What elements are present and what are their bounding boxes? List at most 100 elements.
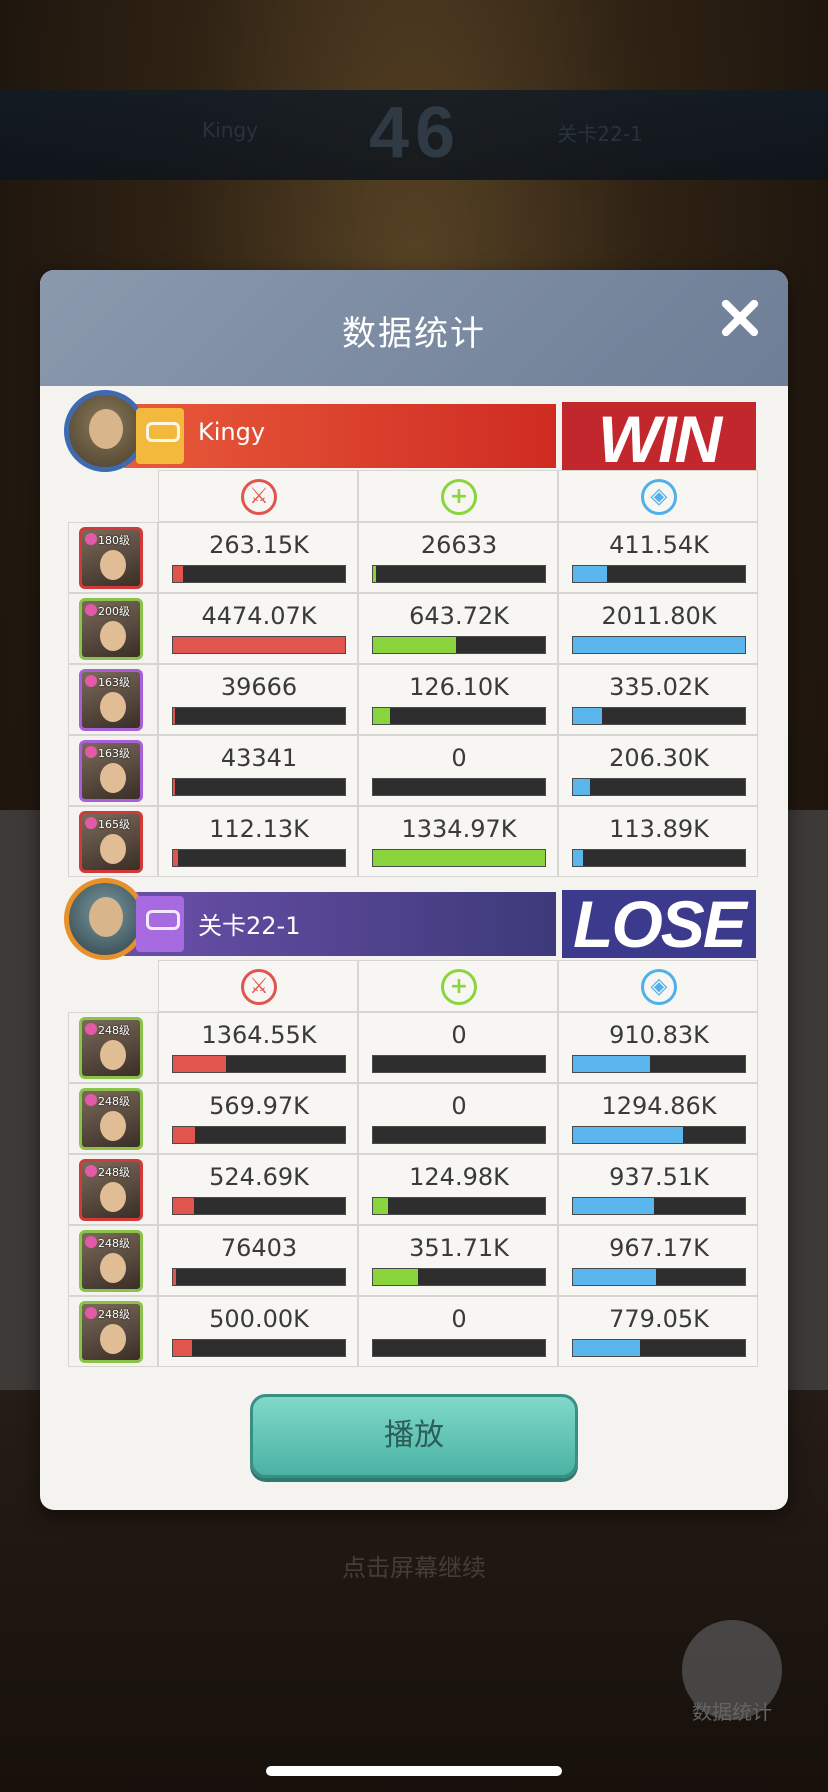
team2-band: [124, 892, 556, 956]
stat-bar-heal: [372, 1055, 546, 1073]
stat-cell-def: 910.83K: [558, 1012, 758, 1083]
hero-portrait[interactable]: 248级: [79, 1301, 143, 1363]
stat-bar-def: [572, 565, 746, 583]
stat-value-dmg: 524.69K: [209, 1163, 309, 1191]
rank-gem-icon: [85, 746, 97, 758]
stat-bar-fill-heal: [373, 708, 391, 724]
stat-value-heal: 0: [451, 1021, 467, 1049]
team2-header-defense: ◈: [558, 960, 758, 1012]
hero-portrait[interactable]: 163级: [79, 669, 143, 731]
dialog-header: 数据统计: [40, 270, 788, 386]
stat-cell-dmg: 76403: [158, 1225, 358, 1296]
hero-portrait[interactable]: 200级: [79, 598, 143, 660]
team1-header-defense: ◈: [558, 470, 758, 522]
stat-bar-dmg: [172, 707, 346, 725]
hero-portrait[interactable]: 248级: [79, 1159, 143, 1221]
stat-cell-dmg: 112.13K: [158, 806, 358, 877]
stat-bar-def: [572, 1268, 746, 1286]
hero-cell: 165级: [68, 806, 158, 877]
stat-bar-dmg: [172, 1055, 346, 1073]
stat-bar-fill-dmg: [173, 566, 184, 582]
stat-value-def: 937.51K: [609, 1163, 709, 1191]
stat-value-def: 2011.80K: [601, 602, 717, 630]
hero-portrait[interactable]: 163级: [79, 740, 143, 802]
stat-cell-def: 113.89K: [558, 806, 758, 877]
play-button[interactable]: 播放: [250, 1394, 578, 1478]
hero-face: [100, 1040, 126, 1070]
table-row: 180级 263.15K 26633 411.54K: [68, 522, 758, 593]
stat-cell-def: 967.17K: [558, 1225, 758, 1296]
hero-portrait[interactable]: 165级: [79, 811, 143, 873]
stat-bar-def: [572, 778, 746, 796]
hero-cell: 163级: [68, 664, 158, 735]
hero-portrait[interactable]: 248级: [79, 1088, 143, 1150]
stat-value-dmg: 112.13K: [209, 815, 309, 843]
team1-banner-icon: [136, 408, 184, 464]
stat-bar-heal: [372, 1339, 546, 1357]
stat-value-dmg: 4474.07K: [201, 602, 317, 630]
stat-bar-def: [572, 849, 746, 867]
hero-portrait[interactable]: 248级: [79, 1230, 143, 1292]
stat-bar-fill-def: [573, 1340, 641, 1356]
stat-value-heal: 0: [451, 1305, 467, 1333]
stat-bar-def: [572, 1055, 746, 1073]
hero-portrait[interactable]: 180级: [79, 527, 143, 589]
stat-bar-fill-def: [573, 708, 603, 724]
hero-face: [100, 550, 126, 580]
stat-value-heal: 643.72K: [409, 602, 509, 630]
stat-bar-fill-heal: [373, 1269, 418, 1285]
stat-value-def: 113.89K: [609, 815, 709, 843]
stat-bar-dmg: [172, 849, 346, 867]
stat-cell-heal: 126.10K: [358, 664, 558, 735]
team1-header-damage: ⚔: [158, 470, 358, 522]
hero-cell: 200级: [68, 593, 158, 664]
team2-column-header: ⚔ + ◈: [68, 960, 758, 1012]
stat-cell-heal: 124.98K: [358, 1154, 558, 1225]
stat-bar-heal: [372, 565, 546, 583]
stat-value-dmg: 263.15K: [209, 531, 309, 559]
stat-value-dmg: 76403: [220, 1234, 298, 1262]
team1-stats-table: ⚔ + ◈ 180级 263.15K 26633 411.54K 200级 4474.07K 64…: [68, 470, 758, 877]
rank-gem-icon: [85, 604, 97, 616]
stat-cell-heal: 1334.97K: [358, 806, 558, 877]
dialog-title: 数据统计: [342, 314, 486, 354]
stat-cell-dmg: 4474.07K: [158, 593, 358, 664]
close-icon[interactable]: [712, 290, 768, 346]
stat-cell-heal: 0: [358, 735, 558, 806]
team2-header-damage: ⚔: [158, 960, 358, 1012]
hero-level: 248级: [98, 1166, 130, 1179]
stat-bar-def: [572, 707, 746, 725]
stat-bar-def: [572, 1339, 746, 1357]
stat-bar-fill-dmg: [173, 1340, 192, 1356]
table-row: 248级 76403 351.71K 967.17K: [68, 1225, 758, 1296]
stat-bar-fill-def: [573, 637, 745, 653]
team1-band: [124, 404, 556, 468]
stat-bar-dmg: [172, 1268, 346, 1286]
team1-header-heal: +: [358, 470, 558, 522]
stat-value-heal: 124.98K: [409, 1163, 509, 1191]
stat-bar-fill-dmg: [173, 1056, 227, 1072]
stat-cell-heal: 0: [358, 1012, 558, 1083]
hero-cell: 248级: [68, 1012, 158, 1083]
hero-level: 165级: [98, 818, 130, 831]
hero-cell: 248级: [68, 1296, 158, 1367]
stat-cell-heal: 0: [358, 1083, 558, 1154]
hero-portrait[interactable]: 248级: [79, 1017, 143, 1079]
hero-level: 200级: [98, 605, 130, 618]
table-row: 248级 1364.55K 0 910.83K: [68, 1012, 758, 1083]
stat-cell-def: 1294.86K: [558, 1083, 758, 1154]
stat-bar-dmg: [172, 636, 346, 654]
stat-value-def: 967.17K: [609, 1234, 709, 1262]
home-indicator: [266, 1766, 562, 1776]
stat-bar-fill-def: [573, 1127, 684, 1143]
stat-value-dmg: 39666: [220, 673, 298, 701]
team1-name: Kingy: [198, 418, 266, 446]
stat-bar-fill-heal: [373, 1198, 389, 1214]
stat-cell-dmg: 500.00K: [158, 1296, 358, 1367]
header-spacer: [68, 960, 158, 1012]
table-row: 165级 112.13K 1334.97K 113.89K: [68, 806, 758, 877]
hero-cell: 248级: [68, 1154, 158, 1225]
hero-level: 163级: [98, 747, 130, 760]
team1-column-header: ⚔ + ◈: [68, 470, 758, 522]
stat-value-def: 1294.86K: [601, 1092, 717, 1120]
